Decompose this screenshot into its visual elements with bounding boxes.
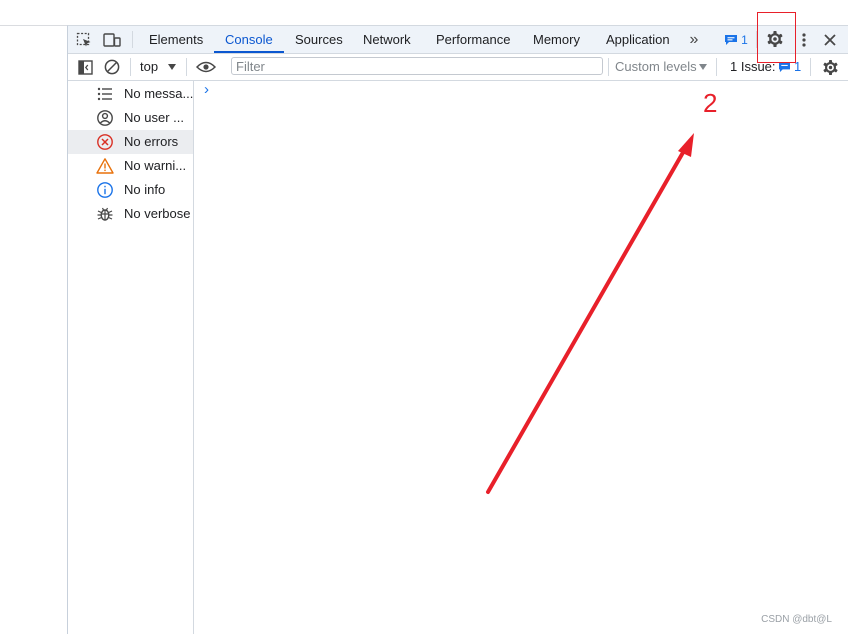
dropdown-arrow-icon [168, 64, 176, 70]
active-tab-indicator [214, 51, 284, 53]
sidebar-item-label: No warni... [124, 158, 187, 173]
levels-arrow-icon [699, 64, 707, 70]
tab-sources[interactable]: Sources [295, 26, 343, 53]
user-icon [97, 110, 113, 126]
inspect-element-icon[interactable] [74, 30, 94, 50]
sidebar-item-messages[interactable]: No messa... [68, 82, 193, 106]
toolbar-separator [130, 58, 131, 76]
filter-input[interactable] [231, 57, 603, 75]
page-divider [0, 25, 67, 26]
devtools-panel: Elements Console Sources Network Perform… [67, 25, 848, 634]
info-icon [97, 182, 113, 198]
sidebar-item-user-messages[interactable]: No user ... [68, 106, 193, 130]
context-label: top [140, 59, 159, 74]
tab-memory[interactable]: Memory [533, 26, 580, 53]
sidebar-item-info[interactable]: No info [68, 178, 193, 202]
sidebar-item-label: No user ... [124, 110, 184, 125]
more-options-kebab-icon[interactable] [794, 30, 814, 50]
context-selector[interactable]: top [138, 54, 180, 80]
sidebar-item-label: No messa... [124, 86, 194, 101]
sidebar-item-errors[interactable]: No errors [68, 130, 193, 154]
sidebar-item-label: No info [124, 182, 166, 197]
messages-indicator[interactable]: 1 [722, 30, 750, 50]
live-expression-eye-icon[interactable] [194, 57, 218, 77]
sidebar-toggle-icon[interactable] [75, 57, 95, 77]
tab-network[interactable]: Network [363, 26, 411, 53]
sidebar-item-verbose[interactable]: No verbose [68, 202, 193, 226]
toolbar-separator-3 [608, 58, 609, 76]
toolbar-separator-2 [186, 58, 187, 76]
page-viewport [0, 0, 67, 633]
console-settings-gear-icon[interactable] [820, 57, 840, 77]
tab-performance[interactable]: Performance [436, 26, 510, 53]
issue-message-icon [779, 62, 790, 73]
log-levels-dropdown[interactable]: Custom levels [613, 54, 709, 80]
message-icon [725, 35, 738, 45]
console-sidebar: No messa... No user ... No errors No war… [68, 81, 194, 634]
log-levels-label: Custom levels [615, 59, 697, 74]
close-devtools-icon[interactable] [820, 30, 840, 50]
list-icon [97, 87, 112, 101]
tab-elements[interactable]: Elements [149, 26, 203, 53]
annotation-highlight-box [757, 12, 796, 63]
sidebar-item-label: No verbose [124, 206, 191, 221]
console-prompt: › [204, 81, 209, 98]
sidebar-item-warnings[interactable]: No warni... [68, 154, 193, 178]
annotation-arrow [486, 133, 694, 494]
console-toolbar: top Custom levels 1 Issue: [68, 54, 848, 81]
devtools-tabbar: Elements Console Sources Network Perform… [68, 26, 848, 54]
tabbar-separator [132, 31, 133, 48]
annotation-step-number: 2 [703, 88, 718, 118]
toolbar-separator-4 [716, 58, 717, 76]
warning-icon [96, 158, 114, 174]
more-tabs-button[interactable]: » [683, 30, 705, 50]
toolbar-separator-5 [810, 58, 811, 76]
device-toolbar-icon[interactable] [101, 30, 123, 50]
messages-count: 1 [741, 33, 748, 47]
error-icon [97, 134, 113, 150]
tab-console[interactable]: Console [225, 26, 273, 53]
clear-console-icon[interactable] [102, 57, 122, 77]
tab-application[interactable]: Application [606, 26, 670, 53]
bug-icon [97, 207, 113, 221]
sidebar-item-label: No errors [124, 134, 179, 149]
watermark: CSDN @dbt@L [761, 614, 832, 625]
